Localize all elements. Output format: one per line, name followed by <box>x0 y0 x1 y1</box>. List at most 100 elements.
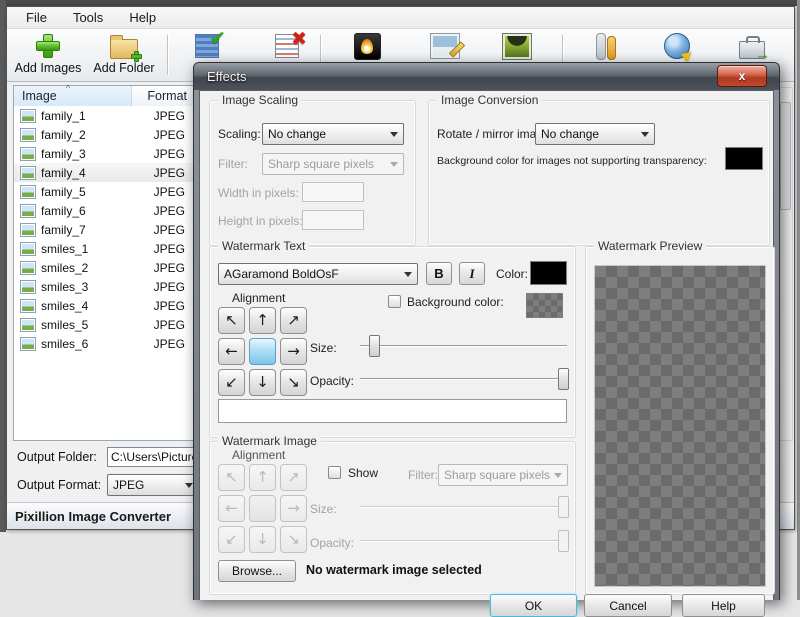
alignment-arrow-button[interactable]: → <box>280 338 307 365</box>
image-scaling-group: Image Scaling Scaling: No change Filter:… <box>209 93 416 246</box>
cancel-button[interactable]: Cancel <box>584 594 672 617</box>
text-background-color-checkbox[interactable] <box>388 295 401 308</box>
background-color-swatch[interactable] <box>725 147 763 170</box>
alignment-arrow-button[interactable]: ↘ <box>280 369 307 396</box>
file-format: JPEG <box>153 298 185 313</box>
slider-thumb[interactable] <box>369 335 381 357</box>
rotate-mirror-select[interactable]: No change <box>535 123 655 145</box>
show-watermark-checkbox[interactable] <box>328 466 341 479</box>
add-images-button[interactable]: Add Images <box>15 32 81 78</box>
image-thumbnail-icon <box>20 241 36 256</box>
dialog-title-bar[interactable]: Effects <box>194 63 779 90</box>
italic-button[interactable]: I <box>459 262 485 285</box>
file-name: family_5 <box>41 184 86 199</box>
file-name: family_7 <box>41 222 86 237</box>
image-thumbnail-icon <box>20 336 36 351</box>
menu-tools[interactable]: Tools <box>62 8 114 27</box>
format-column-label: Format <box>147 89 187 103</box>
file-row[interactable]: smiles_6 JPEG <box>14 334 203 353</box>
alignment-arrow-button[interactable]: ↙ <box>218 369 245 396</box>
alignment-arrow-button[interactable]: ↗ <box>280 307 307 334</box>
watermark-text-group: Watermark Text AGaramond BoldOsF B I Col… <box>209 239 576 438</box>
image-thumbnail-icon <box>20 127 36 142</box>
image-opacity-label: Opacity: <box>310 536 355 550</box>
output-format-select[interactable]: JPEG <box>107 474 199 496</box>
browse-button[interactable]: Browse... <box>218 560 296 582</box>
text-size-slider[interactable] <box>360 335 567 357</box>
show-label: Show <box>348 466 379 480</box>
menu-bar: File Tools Help <box>7 7 794 29</box>
text-color-label: Color: <box>496 267 529 281</box>
scaling-select[interactable]: No change <box>262 123 404 145</box>
text-alignment-grid: ↖ ↑ ↗ ← → ↙ ↓ ↘ <box>218 307 307 396</box>
dialog-client-area: Image Scaling Scaling: No change Filter:… <box>199 90 775 617</box>
column-header-image[interactable]: Image ^ <box>14 83 132 106</box>
alignment-arrow-button: ↘ <box>280 526 307 553</box>
output-format-row: Output Format: JPEG <box>17 474 199 496</box>
text-background-color-swatch[interactable] <box>526 293 563 318</box>
watermark-image-status: No watermark image selected <box>306 563 482 577</box>
ok-button[interactable]: OK <box>490 594 577 617</box>
file-row[interactable]: smiles_1 JPEG <box>14 239 203 258</box>
alignment-arrow-button[interactable] <box>249 338 276 365</box>
list-vertical-scrollbar[interactable] <box>778 87 793 441</box>
scrollbar-thumb[interactable] <box>780 102 791 210</box>
slider-thumb[interactable] <box>557 368 569 390</box>
watermark-text-input[interactable] <box>218 399 567 423</box>
output-format-value: JPEG <box>113 478 145 492</box>
file-row[interactable]: smiles_4 JPEG <box>14 296 203 315</box>
close-button[interactable]: x <box>717 65 767 87</box>
alignment-arrow-button: ↗ <box>280 464 307 491</box>
ok-label: OK <box>524 598 543 613</box>
bold-button[interactable]: B <box>426 262 452 285</box>
alignment-arrow-button[interactable]: ↑ <box>249 307 276 334</box>
file-format: JPEG <box>153 146 185 161</box>
file-row[interactable]: family_2 JPEG <box>14 125 203 144</box>
file-row[interactable]: family_1 JPEG <box>14 106 203 125</box>
text-opacity-slider[interactable] <box>360 368 569 390</box>
file-format: JPEG <box>153 241 185 256</box>
alignment-arrow-button[interactable]: ↓ <box>249 369 276 396</box>
image-filter-select: Sharp square pixels <box>438 464 568 486</box>
image-conversion-group: Image Conversion Rotate / mirror image: … <box>428 93 770 246</box>
watermark-font-select[interactable]: AGaramond BoldOsF <box>218 263 418 285</box>
file-name: family_6 <box>41 203 86 218</box>
burn-disc-icon <box>353 32 381 60</box>
add-folder-button[interactable]: Add Folder <box>89 32 159 78</box>
alignment-arrow-button[interactable]: ↖ <box>218 307 245 334</box>
watermark-preview-group: Watermark Preview <box>585 239 775 595</box>
file-row[interactable]: family_5 JPEG <box>14 182 203 201</box>
file-row[interactable]: family_7 JPEG <box>14 220 203 239</box>
slider-thumb <box>557 530 569 552</box>
file-name: family_1 <box>41 108 86 123</box>
chevron-down-icon <box>641 132 649 141</box>
file-row[interactable]: smiles_2 JPEG <box>14 258 203 277</box>
watermark-text-legend: Watermark Text <box>218 239 310 253</box>
width-input <box>302 182 364 202</box>
alignment-arrow-button[interactable]: ← <box>218 338 245 365</box>
file-row[interactable]: family_6 JPEG <box>14 201 203 220</box>
text-color-swatch[interactable] <box>530 261 567 285</box>
output-format-label: Output Format: <box>17 478 102 492</box>
image-filter-value: Sharp square pixels <box>444 468 551 482</box>
menu-help[interactable]: Help <box>118 8 167 27</box>
watermark-image-legend: Watermark Image <box>218 434 321 448</box>
file-row[interactable]: smiles_5 JPEG <box>14 315 203 334</box>
file-row[interactable]: family_4 JPEG <box>14 163 203 182</box>
menu-file[interactable]: File <box>15 8 58 27</box>
image-size-slider <box>360 496 569 518</box>
text-size-label: Size: <box>310 341 337 355</box>
text-opacity-label: Opacity: <box>310 374 355 388</box>
dialog-title: Effects <box>207 69 247 84</box>
file-row[interactable]: family_3 JPEG <box>14 144 203 163</box>
help-button[interactable]: Help <box>682 594 765 617</box>
file-row[interactable]: smiles_3 JPEG <box>14 277 203 296</box>
output-folder-row: Output Folder: <box>17 447 211 467</box>
toolbar-separator <box>167 35 168 75</box>
height-input <box>302 210 364 230</box>
add-folder-label: Add Folder <box>93 61 155 75</box>
watermark-image-group: Watermark Image Alignment ↖ ↑ ↗ ← → ↙ ↓ ↘ Show … <box>209 434 576 595</box>
alignment-arrow-button: ↓ <box>249 526 276 553</box>
watermark-preview-canvas <box>594 265 766 587</box>
text-background-color-label: Background color: <box>407 295 504 309</box>
